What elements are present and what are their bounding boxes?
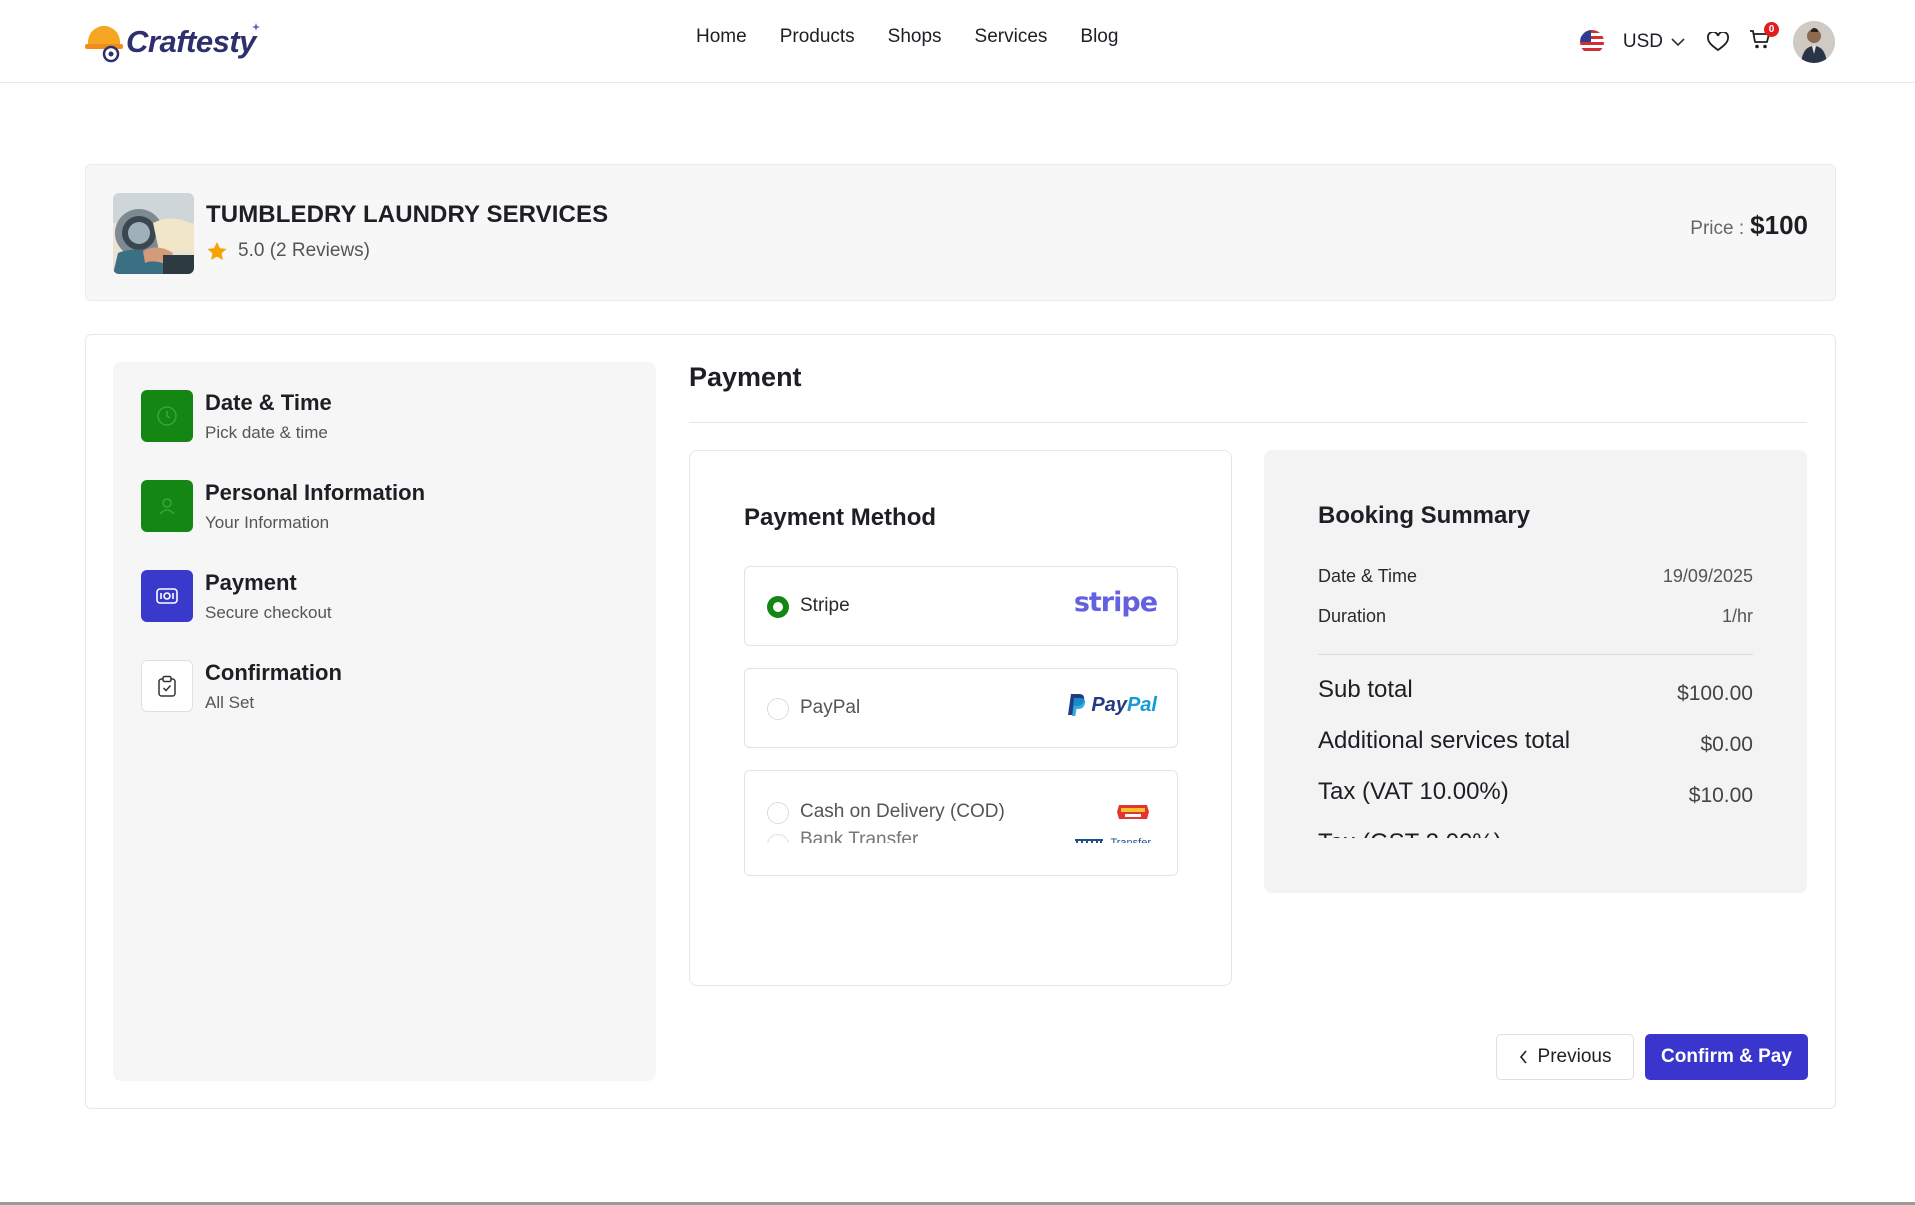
step-title: Confirmation [205,660,342,685]
payment-option-stripe[interactable]: Stripe stripe [744,566,1178,646]
summary-value: 1/hr [1721,606,1753,626]
booking-summary-title: Booking Summary [1318,502,1531,529]
cart-count-badge: 0 [1764,22,1779,37]
summary-row-subtotal: Sub total $100.00 [1318,676,1753,706]
stripe-radio[interactable] [767,596,789,618]
chevron-down-icon[interactable] [1671,37,1685,47]
stripe-logo-icon: stripe [1073,587,1158,618]
nav-products[interactable]: Products [780,26,855,48]
service-thumbnail [113,193,194,274]
summary-value: $0.00 [1700,733,1753,756]
summary-value: $100.00 [1677,682,1753,705]
payment-heading: Payment [689,362,802,392]
step-confirmation[interactable]: Confirmation All Set [141,660,342,713]
summary-label: Sub total [1318,676,1413,703]
summary-label: Duration [1318,606,1387,626]
step-title: Date & Time [205,390,332,415]
helmet-gear-icon [84,20,124,64]
wishlist-heart-icon[interactable] [1707,32,1729,52]
summary-label: Tax (VAT 10.00%) [1318,778,1509,805]
summary-row-tax-gst: Tax (GST 2.00%) [1318,829,1753,838]
summary-row-duration: Duration 1/hr [1318,606,1753,627]
confirm-pay-button[interactable]: Confirm & Pay [1645,1034,1808,1080]
overflow-mask [745,843,1177,875]
brand-name: Craftesty [126,24,256,59]
summary-label: Date & Time [1318,566,1418,586]
step-personal-status [141,480,193,532]
service-price: Price : $100 [1690,210,1808,241]
paypal-logo-icon: Pay Pal [1067,693,1157,717]
previous-label: Previous [1537,1046,1612,1067]
top-navbar: Craftesty Home Products Shops Services B… [0,0,1915,83]
user-icon [159,498,175,515]
cod-label: Cash on Delivery (COD) [800,801,1005,822]
clock-icon [157,406,177,426]
summary-value: 19/09/2025 [1662,566,1753,586]
summary-row-tax-vat: Tax (VAT 10.00%) $10.00 [1318,778,1753,808]
header-actions: USD 0 [1579,20,1835,64]
paypal-logo-text-a: Pay [1091,693,1127,716]
payment-method-card: Payment Method Stripe stripe PayPal Pay … [689,450,1232,986]
payment-method-title: Payment Method [744,504,937,531]
summary-row-date-time: Date & Time 19/09/2025 [1318,566,1753,587]
paypal-label: PayPal [800,697,861,718]
star-icon [207,241,227,260]
currency-selector[interactable]: USD [1623,31,1663,53]
step-date-time[interactable]: Date & Time Pick date & time [141,390,332,443]
user-avatar[interactable] [1793,21,1835,63]
summary-label: Additional services total [1318,727,1571,754]
payment-option-cod[interactable]: Cash on Delivery (COD) Bank Transfer Tra… [744,770,1178,876]
clipboard-check-icon [158,675,176,697]
paypal-p-icon [1068,694,1086,716]
nav-shops[interactable]: Shops [888,26,942,48]
chevron-left-icon [1519,1050,1527,1064]
stripe-logo-text: stripe [1073,587,1158,618]
service-summary-card: TUMBLEDRY LAUNDRY SERVICES 5.0 (2 Review… [85,164,1836,301]
cart-button[interactable]: 0 [1749,22,1779,55]
step-subtitle: Pick date & time [205,423,328,442]
price-value: $100 [1750,210,1808,240]
step-subtitle: Secure checkout [205,603,332,622]
step-confirmation-status [141,660,193,712]
step-title: Payment [205,570,297,595]
sparkle-icon [251,23,260,31]
booking-panel: Date & Time Pick date & time Personal In… [85,334,1836,1109]
summary-row-additional: Additional services total $0.00 [1318,727,1753,757]
nav-home[interactable]: Home [696,26,747,48]
nav-services[interactable]: Services [975,26,1048,48]
payment-option-paypal[interactable]: PayPal Pay Pal [744,668,1178,748]
summary-divider [1318,654,1753,655]
step-subtitle: Your Information [205,513,330,532]
heading-divider [689,422,1807,423]
paypal-radio[interactable] [767,698,789,720]
step-subtitle: All Set [205,693,255,712]
booking-steps: Date & Time Pick date & time Personal In… [113,362,656,1081]
cash-icon [156,588,178,604]
previous-button[interactable]: Previous [1496,1034,1634,1080]
step-title: Personal Information [205,480,426,505]
service-title: TUMBLEDRY LAUNDRY SERVICES [206,201,609,228]
stripe-label: Stripe [800,595,850,616]
paypal-logo-text-b: Pal [1126,693,1157,716]
step-personal-information[interactable]: Personal Information Your Information [141,480,425,533]
service-rating: 5.0 (2 Reviews) [206,240,370,262]
summary-scroll-area: Booking Summary Date & Time 19/09/2025 D… [1264,450,1807,838]
summary-label: Tax (GST 2.00%) [1318,829,1502,838]
cod-radio[interactable] [767,802,789,824]
us-flag-icon[interactable] [1579,30,1604,54]
step-payment-status [141,570,193,622]
step-payment[interactable]: Payment Secure checkout [141,570,332,623]
summary-value: $10.00 [1688,784,1753,807]
cod-logo-icon [1115,801,1151,828]
brand-logo[interactable]: Craftesty [84,17,260,67]
main-nav: Home Products Shops Services Blog [696,26,1118,48]
price-label: Price : [1690,218,1745,239]
step-date-time-status [141,390,193,442]
booking-summary-card: Booking Summary Date & Time 19/09/2025 D… [1264,450,1807,893]
nav-blog[interactable]: Blog [1080,26,1118,48]
rating-text: 5.0 (2 Reviews) [238,240,370,261]
